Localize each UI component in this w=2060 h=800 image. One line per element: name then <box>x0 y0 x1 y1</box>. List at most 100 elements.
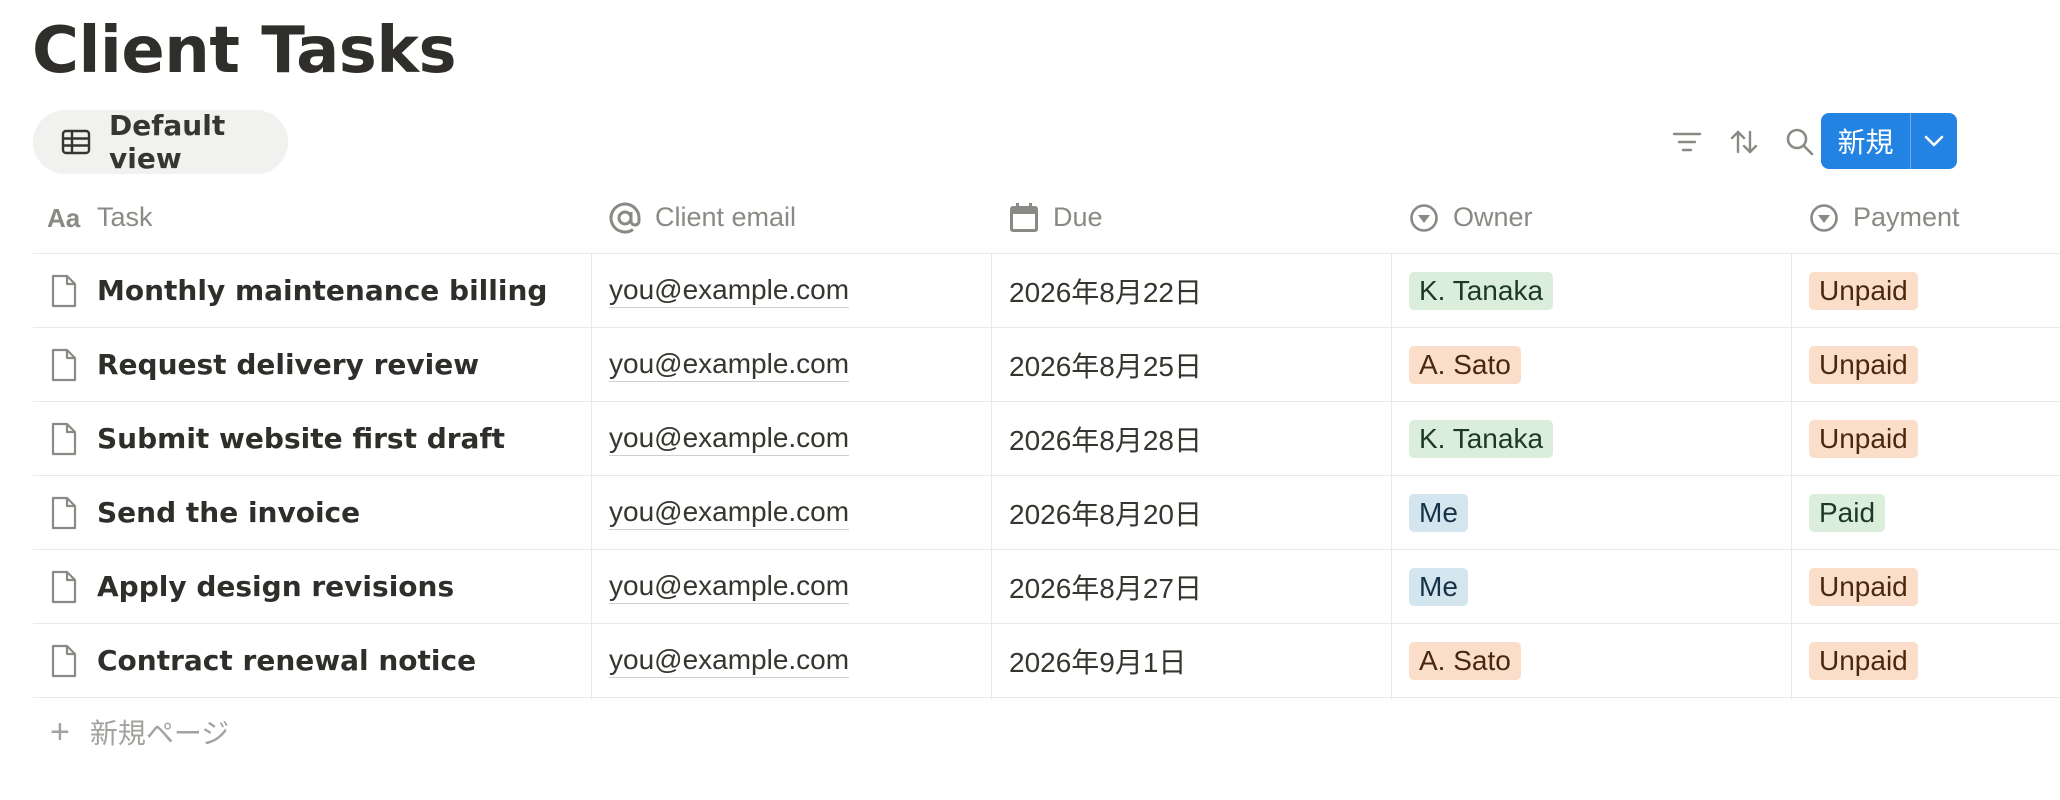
column-header-payment[interactable]: Payment <box>1809 182 1960 253</box>
client-email-link[interactable]: you@example.com <box>609 421 850 456</box>
payment-status-tag: Unpaid <box>1809 271 1918 310</box>
owner-cell[interactable]: A. Sato <box>1409 328 1521 401</box>
column-header-label: Task <box>97 202 153 232</box>
owner-cell[interactable]: Me <box>1409 550 1468 623</box>
client-email-link[interactable]: you@example.com <box>609 273 850 308</box>
at-sign-icon <box>609 202 641 234</box>
select-icon <box>1809 203 1839 233</box>
table-row[interactable]: Send the invoice you@example.com 2026年8月20… <box>33 476 2060 550</box>
task-title[interactable]: Send the invoice <box>97 496 360 529</box>
owner-cell[interactable]: A. Sato <box>1409 624 1521 697</box>
column-header-label: Client email <box>655 202 797 232</box>
table-header: Aa Task Client email Due Owner Payment <box>33 182 2060 254</box>
table-row[interactable]: Contract renewal notice you@example.com 20… <box>33 624 2060 698</box>
client-email-link[interactable]: you@example.com <box>609 495 850 530</box>
payment-cell[interactable]: Unpaid <box>1809 550 1918 623</box>
sort-icon[interactable] <box>1726 124 1762 160</box>
due-date-cell[interactable]: 2026年8月27日 <box>1009 550 1202 623</box>
client-email-cell[interactable]: you@example.com <box>609 550 850 623</box>
table-row[interactable]: Request delivery review you@example.com 20… <box>33 328 2060 402</box>
payment-cell[interactable]: Paid <box>1809 476 1886 549</box>
owner-cell[interactable]: K. Tanaka <box>1409 402 1554 475</box>
filter-icon[interactable] <box>1669 124 1705 160</box>
owner-tag: A. Sato <box>1409 641 1521 680</box>
client-email-link[interactable]: you@example.com <box>609 643 850 678</box>
due-date: 2026年9月1日 <box>1009 646 1187 678</box>
task-cell[interactable]: Send the invoice <box>33 476 591 549</box>
owner-tag: Me <box>1409 567 1468 606</box>
column-divider <box>1791 253 1792 699</box>
table-row[interactable]: Apply design revisions you@example.com 202… <box>33 550 2060 624</box>
payment-cell[interactable]: Unpaid <box>1809 328 1918 401</box>
view-tab-default[interactable]: Default view <box>33 109 288 175</box>
table-row[interactable]: Submit website first draft you@example.co… <box>33 402 2060 476</box>
column-divider <box>991 253 992 699</box>
client-email-cell[interactable]: you@example.com <box>609 328 850 401</box>
owner-cell[interactable]: K. Tanaka <box>1409 254 1554 327</box>
payment-status-tag: Unpaid <box>1809 419 1918 458</box>
new-button[interactable]: 新規 <box>1821 113 1910 169</box>
task-title[interactable]: Request delivery review <box>97 348 479 381</box>
due-date-cell[interactable]: 2026年8月25日 <box>1009 328 1202 401</box>
new-options-button[interactable] <box>1911 113 1957 169</box>
due-date-cell[interactable]: 2026年8月22日 <box>1009 254 1202 327</box>
calendar-icon <box>1009 202 1039 233</box>
task-cell[interactable]: Submit website first draft <box>33 402 591 475</box>
task-cell[interactable]: Apply design revisions <box>33 550 591 623</box>
title-aa-icon: Aa <box>47 205 83 231</box>
page-icon <box>51 496 77 530</box>
due-date-cell[interactable]: 2026年8月20日 <box>1009 476 1202 549</box>
owner-cell[interactable]: Me <box>1409 476 1468 549</box>
due-date-cell[interactable]: 2026年8月28日 <box>1009 402 1202 475</box>
page-icon <box>51 274 77 308</box>
payment-cell[interactable]: Unpaid <box>1809 402 1918 475</box>
page-icon <box>51 422 77 456</box>
task-cell[interactable]: Request delivery review <box>33 328 591 401</box>
payment-cell[interactable]: Unpaid <box>1809 254 1918 327</box>
payment-status-tag: Paid <box>1809 493 1886 532</box>
owner-tag: K. Tanaka <box>1409 271 1554 310</box>
page-icon <box>51 644 77 678</box>
column-divider <box>1391 253 1392 699</box>
add-new-page-button[interactable]: + 新規ページ <box>50 712 229 752</box>
payment-status-tag: Unpaid <box>1809 641 1918 680</box>
column-header-label: Payment <box>1853 202 1960 232</box>
column-header-label: Due <box>1053 202 1103 232</box>
due-date: 2026年8月27日 <box>1009 572 1203 604</box>
table-body: Monthly maintenance billing you@example.c… <box>33 254 2060 698</box>
task-title[interactable]: Apply design revisions <box>97 570 454 603</box>
task-cell[interactable]: Contract renewal notice <box>33 624 591 697</box>
column-header-due[interactable]: Due <box>1009 182 1103 253</box>
due-date: 2026年8月22日 <box>1009 276 1203 308</box>
page-icon <box>51 348 77 382</box>
column-divider <box>591 253 592 699</box>
owner-tag: Me <box>1409 493 1468 532</box>
task-cell[interactable]: Monthly maintenance billing <box>33 254 591 327</box>
column-header-task[interactable]: Aa Task <box>47 182 153 253</box>
select-icon <box>1409 203 1439 233</box>
add-new-page-label: 新規ページ <box>89 718 230 749</box>
page-title: Client Tasks <box>32 14 457 88</box>
client-email-cell[interactable]: you@example.com <box>609 254 850 327</box>
client-email-link[interactable]: you@example.com <box>609 347 850 382</box>
payment-cell[interactable]: Unpaid <box>1809 624 1918 697</box>
client-email-link[interactable]: you@example.com <box>609 569 850 604</box>
owner-tag: A. Sato <box>1409 345 1521 384</box>
column-header-label: Owner <box>1453 202 1533 232</box>
owner-tag: K. Tanaka <box>1409 419 1554 458</box>
task-title[interactable]: Contract renewal notice <box>97 644 476 677</box>
task-title[interactable]: Submit website first draft <box>97 422 505 455</box>
view-tab-label: Default view <box>109 109 226 175</box>
table-row[interactable]: Monthly maintenance billing you@example.c… <box>33 254 2060 328</box>
task-title[interactable]: Monthly maintenance billing <box>97 274 547 307</box>
plus-icon: + <box>50 712 70 751</box>
client-email-cell[interactable]: you@example.com <box>609 476 850 549</box>
column-header-owner[interactable]: Owner <box>1409 182 1533 253</box>
due-date-cell[interactable]: 2026年9月1日 <box>1009 624 1186 697</box>
table-icon <box>61 129 91 155</box>
search-icon[interactable] <box>1782 124 1818 160</box>
client-email-cell[interactable]: you@example.com <box>609 624 850 697</box>
column-header-client-email[interactable]: Client email <box>609 182 796 253</box>
chevron-down-icon <box>1923 134 1945 148</box>
client-email-cell[interactable]: you@example.com <box>609 402 850 475</box>
